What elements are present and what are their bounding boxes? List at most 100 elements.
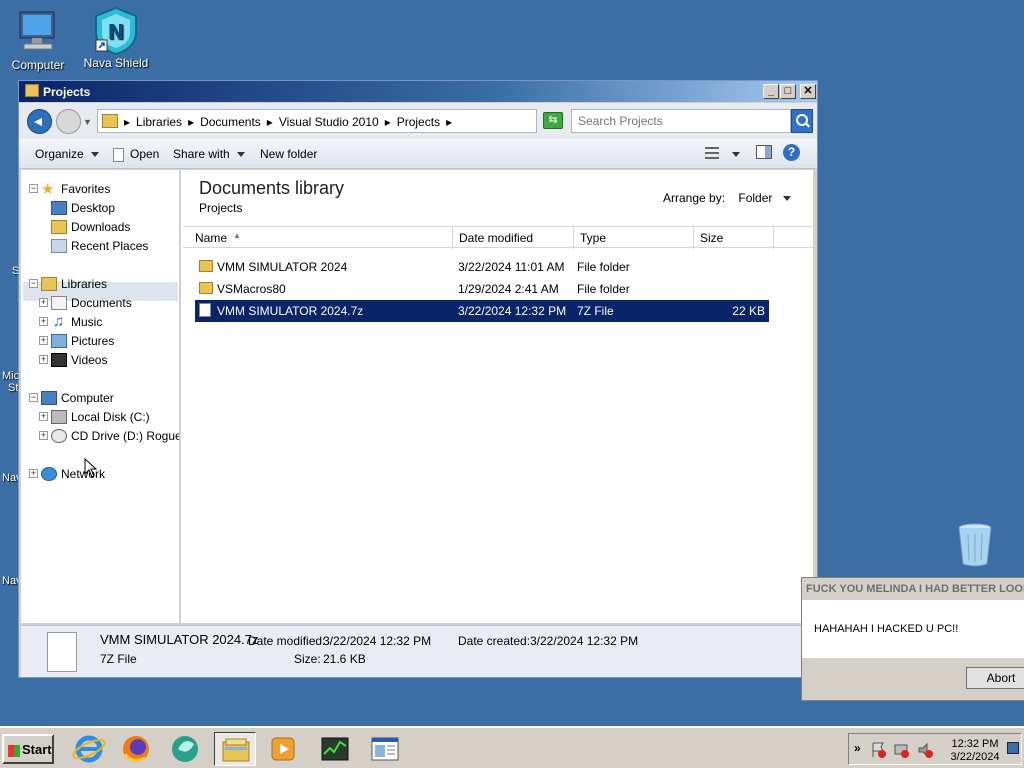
windows-flag-icon	[8, 744, 20, 757]
view-dropdown[interactable]	[725, 147, 740, 161]
arrange-by-control[interactable]: Arrange by: Folder	[663, 191, 791, 205]
search-input[interactable]	[578, 111, 788, 131]
downloads-folder-icon	[51, 220, 67, 234]
windows-explorer-icon	[222, 738, 250, 762]
nav-favorites[interactable]: − ★ Favorites	[21, 181, 179, 198]
expand-icon[interactable]: +	[39, 412, 48, 421]
breadcrumb-visual-studio[interactable]: Visual Studio 2010	[279, 115, 379, 129]
address-bar[interactable]: ▸ Libraries ▸ Documents ▸ Visual Studio …	[97, 109, 611, 133]
desktop-icon-computer[interactable]: Computer	[0, 8, 76, 72]
view-options-icon[interactable]	[705, 147, 719, 159]
start-button[interactable]: Start	[2, 734, 54, 764]
column-header-size[interactable]: Size	[694, 227, 774, 249]
desktop-icon-nava-shield[interactable]: N Nava Shield	[78, 6, 154, 70]
clock-date: 3/22/2024	[950, 751, 1000, 763]
nav-item-music[interactable]: + ♫ Music	[21, 313, 179, 331]
collapse-icon[interactable]: −	[29, 393, 38, 402]
nav-item-recent-places[interactable]: Recent Places	[21, 239, 179, 255]
network-icon	[41, 467, 57, 481]
document-icon	[113, 147, 124, 162]
file-type: 7Z File	[577, 304, 614, 318]
details-pane: VMM SIMULATOR 2024.7z 7Z File Date modif…	[21, 625, 815, 677]
expand-icon[interactable]: +	[29, 469, 38, 478]
recent-places-icon	[51, 239, 67, 253]
share-with-button[interactable]: Share with	[173, 147, 245, 161]
nav-item-cd-drive[interactable]: + CD Drive (D:) Rogue P	[21, 429, 179, 445]
chevron-down-icon	[90, 152, 99, 158]
taskbar-windows-explorer[interactable]	[214, 732, 256, 766]
refresh-button[interactable]: ⇆	[543, 112, 563, 129]
nav-item-desktop[interactable]: Desktop	[21, 201, 179, 217]
abort-button[interactable]: Abort	[966, 667, 1024, 689]
breadcrumb-projects[interactable]: Projects	[397, 115, 440, 129]
expand-icon[interactable]: +	[39, 317, 48, 326]
preview-pane-icon[interactable]	[756, 145, 772, 159]
file-name: VMM SIMULATOR 2024.7z	[217, 304, 364, 318]
collapse-icon[interactable]: −	[29, 279, 38, 288]
taskbar-internet-explorer[interactable]	[68, 732, 110, 766]
help-icon[interactable]: ?	[783, 144, 800, 161]
forward-button[interactable]	[56, 109, 81, 134]
firefox-icon	[123, 736, 149, 762]
folder-icon	[102, 114, 118, 128]
network-status-icon[interactable]	[894, 744, 909, 758]
minimize-button[interactable]: _	[763, 84, 779, 99]
show-desktop-icon[interactable]	[1007, 742, 1019, 754]
file-date: 3/22/2024 12:32 PM	[458, 304, 567, 318]
search-box[interactable]	[571, 109, 791, 133]
nav-item-local-disk[interactable]: + Local Disk (C:)	[21, 410, 179, 426]
action-center-flag-icon[interactable]	[872, 742, 886, 758]
details-date-modified: 3/22/2024 12:32 PM	[323, 634, 432, 648]
nav-network[interactable]: + Network	[21, 467, 179, 483]
clock[interactable]: 12:32 PM 3/22/2024	[945, 738, 1005, 764]
message-box-title[interactable]: FUCK YOU MELINDA I HAD BETTER LOOK	[802, 578, 1024, 600]
file-row[interactable]: VMM SIMULATOR 2024 3/22/2024 11:01 AM Fi…	[195, 256, 769, 278]
nav-item-downloads[interactable]: Downloads	[21, 220, 179, 236]
libraries-icon	[41, 277, 57, 291]
chevron-down-icon	[732, 152, 740, 158]
collapse-icon[interactable]: −	[29, 184, 38, 193]
maximize-button[interactable]: □	[780, 84, 796, 99]
window-titlebar[interactable]: Projects _ □ ✕	[19, 81, 817, 102]
new-folder-button[interactable]: New folder	[260, 147, 317, 161]
nav-libraries[interactable]: − Libraries	[21, 277, 179, 293]
taskbar-media-player[interactable]	[262, 732, 304, 766]
message-box: FUCK YOU MELINDA I HAD BETTER LOOK HAHAH…	[801, 577, 1024, 701]
expand-icon[interactable]: +	[39, 431, 48, 440]
taskbar-document-viewer[interactable]	[364, 732, 406, 766]
recycle-bin-icon[interactable]	[956, 522, 994, 568]
taskbar-firefox[interactable]	[115, 732, 157, 766]
file-type: File folder	[577, 260, 630, 274]
breadcrumb-libraries[interactable]: Libraries	[136, 115, 182, 129]
details-file-type: 7Z File	[100, 652, 137, 666]
nav-item-documents[interactable]: + Documents	[21, 296, 179, 312]
taskbar-task-manager[interactable]	[314, 732, 356, 766]
open-button[interactable]: Open	[113, 147, 159, 162]
volume-muted-icon[interactable]	[918, 742, 933, 758]
nav-item-pictures[interactable]: + Pictures	[21, 334, 179, 350]
search-icon[interactable]	[791, 109, 813, 133]
expand-icon[interactable]: +	[39, 336, 48, 345]
nav-item-videos[interactable]: + Videos	[21, 353, 179, 369]
show-hidden-icons-button[interactable]: »	[854, 741, 861, 755]
file-row[interactable]: VMM SIMULATOR 2024.7z 3/22/2024 12:32 PM…	[195, 300, 769, 322]
expand-icon[interactable]: +	[39, 355, 48, 364]
column-header-date-modified[interactable]: Date modified	[453, 227, 574, 249]
window-title: Projects	[43, 85, 91, 99]
system-tray: » 12:32 PM 3/22/2024	[848, 733, 1022, 765]
file-row[interactable]: VSMacros80 1/29/2024 2:41 AM File folder	[195, 278, 769, 300]
details-date-created: 3/22/2024 12:32 PM	[530, 634, 639, 648]
column-header-type[interactable]: Type	[574, 227, 694, 249]
clock-time: 12:32 PM	[951, 738, 999, 750]
organize-button[interactable]: Organize	[35, 147, 99, 161]
file-type: File folder	[577, 282, 630, 296]
taskbar: Start » 12:32 PM 3/22/2024	[0, 726, 1024, 768]
close-button[interactable]: ✕	[800, 84, 816, 99]
nav-computer[interactable]: − Computer	[21, 391, 179, 407]
expand-icon[interactable]: +	[39, 298, 48, 307]
recent-pages-dropdown[interactable]: ▼	[83, 117, 92, 127]
back-button[interactable]	[27, 109, 52, 134]
taskbar-media-app[interactable]	[164, 732, 206, 766]
breadcrumb-documents[interactable]: Documents	[200, 115, 261, 129]
column-header-name[interactable]: Name ▲	[189, 227, 453, 249]
